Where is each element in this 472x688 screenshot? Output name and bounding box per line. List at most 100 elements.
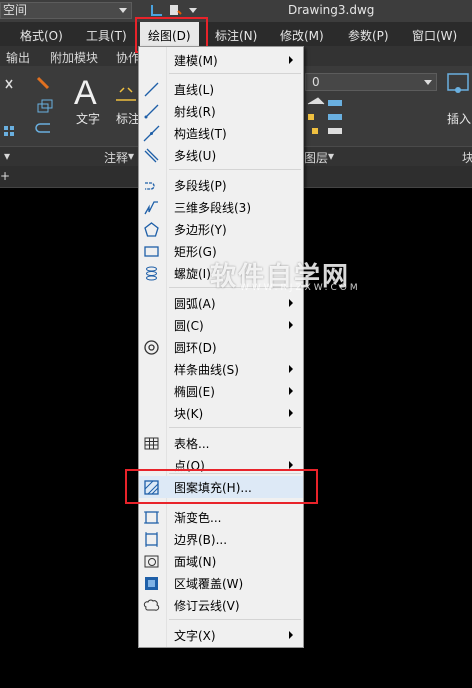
menu-item-polyline[interactable]: 多段线(P) <box>139 174 303 196</box>
redo-icon[interactable] <box>168 3 182 17</box>
menu-item-label: 构造线(T) <box>174 127 227 141</box>
menu-item-circle[interactable]: 圆(C) <box>139 314 303 336</box>
boundary-icon <box>145 532 158 547</box>
new-tab-button[interactable]: + <box>0 169 10 185</box>
menu-item-label: 椭圆(E) <box>174 385 215 399</box>
panel-layers[interactable]: 图层 <box>304 149 328 166</box>
document-title: Drawing3.dwg <box>288 3 375 17</box>
helix-icon <box>146 266 157 281</box>
submenu-arrow-icon <box>289 56 293 64</box>
workspace-label: 空间 <box>3 3 28 17</box>
panel-block[interactable]: 块 <box>462 149 472 166</box>
ray-icon <box>144 104 159 119</box>
menu-modify[interactable]: 修改(M) <box>280 27 324 44</box>
menu-item-arc[interactable]: 圆弧(A) <box>139 292 303 314</box>
layer-tools-icon[interactable] <box>304 96 350 140</box>
layer-value: 0 <box>312 75 320 89</box>
ribbon-text-label[interactable]: 文字 <box>76 110 100 127</box>
menu-item-text[interactable]: 文字(X) <box>139 624 303 646</box>
menu-item-label: 渐变色... <box>174 511 222 525</box>
polygon-icon <box>144 222 159 237</box>
menu-item-label: 射线(R) <box>174 105 216 119</box>
menu-separator <box>169 73 301 74</box>
menu-separator <box>169 619 301 620</box>
menu-item-spline[interactable]: 样条曲线(S) <box>139 358 303 380</box>
dropdown-arrow-icon[interactable] <box>186 3 200 17</box>
insert-block-icon[interactable] <box>446 70 472 96</box>
ribbon-insert-label[interactable]: 插入 <box>447 110 471 127</box>
gradient-icon <box>144 511 159 524</box>
menu-item-label: 面域(N) <box>174 555 217 569</box>
watermark-url: WWW.RJZXW.COM <box>240 283 361 293</box>
undo-icon[interactable] <box>150 3 164 17</box>
title-bar: 空间 Drawing3.dwg <box>0 0 472 22</box>
submenu-arrow-icon <box>289 321 293 329</box>
chevron-down-icon <box>119 8 127 13</box>
revcloud-icon <box>143 599 160 611</box>
menu-item-label: 圆(C) <box>174 319 204 333</box>
menu-item-label: 区域覆盖(W) <box>174 577 244 591</box>
chevron-down-icon[interactable]: ▾ <box>4 149 10 163</box>
menu-item-label: 文字(X) <box>174 629 216 643</box>
annotation-box-hatch <box>125 469 318 504</box>
workspace-select[interactable]: 空间 <box>0 2 132 19</box>
menu-item-revcloud[interactable]: 修订云线(V) <box>139 594 303 616</box>
region-icon <box>144 555 159 568</box>
menu-item-label: 多线(U) <box>174 149 217 163</box>
menu-item-donut[interactable]: 圆环(D) <box>139 336 303 358</box>
menu-item-label: 修订云线(V) <box>174 599 240 613</box>
menu-format[interactable]: 格式(O) <box>20 27 63 44</box>
menu-item-table[interactable]: 表格... <box>139 432 303 454</box>
text-icon[interactable]: A <box>74 74 97 113</box>
chevron-down-icon <box>424 80 432 85</box>
menu-item-line[interactable]: 直线(L) <box>139 78 303 100</box>
menu-item-modeling[interactable]: 建模(M) <box>139 49 303 71</box>
submenu-arrow-icon <box>289 461 293 469</box>
menu-item-block[interactable]: 块(K) <box>139 402 303 424</box>
xline-icon <box>143 125 160 142</box>
menu-item-label: 建模(M) <box>174 54 218 68</box>
menu-item-gradient[interactable]: 渐变色... <box>139 506 303 528</box>
menu-item-region[interactable]: 面域(N) <box>139 550 303 572</box>
dimension-icon[interactable] <box>114 86 138 106</box>
donut-icon <box>144 340 159 355</box>
submenu-arrow-icon <box>289 387 293 395</box>
menu-parametric[interactable]: 参数(P) <box>348 27 389 44</box>
chevron-down-icon[interactable]: ▾ <box>328 149 334 163</box>
menu-item-label: 样条曲线(S) <box>174 363 239 377</box>
menu-item-boundary[interactable]: 边界(B)... <box>139 528 303 550</box>
menu-item-ray[interactable]: 射线(R) <box>139 100 303 122</box>
submenu-arrow-icon <box>289 365 293 373</box>
menu-item-label: 多段线(P) <box>174 179 227 193</box>
menu-tools[interactable]: 工具(T) <box>86 27 127 44</box>
menu-item-wipeout[interactable]: 区域覆盖(W) <box>139 572 303 594</box>
rectangle-icon <box>144 246 159 257</box>
tab-output[interactable]: 输出 <box>6 49 30 66</box>
modify-tools-icon[interactable] <box>2 74 62 140</box>
submenu-arrow-icon <box>289 631 293 639</box>
menu-separator <box>169 169 301 170</box>
menu-item-mline[interactable]: 多线(U) <box>139 144 303 166</box>
menu-item-polygon[interactable]: 多边形(Y) <box>139 218 303 240</box>
layer-select[interactable]: 0 <box>305 73 437 91</box>
mline-icon <box>144 148 159 163</box>
menu-item-label: 圆弧(A) <box>174 297 216 311</box>
tab-addins[interactable]: 附加模块 <box>50 49 98 66</box>
ribbon-dim-label[interactable]: 标注 <box>116 110 140 127</box>
menu-item-3dpolyline[interactable]: 三维多段线(3) <box>139 196 303 218</box>
menu-item-label: 直线(L) <box>174 83 215 97</box>
menu-item-ellipse[interactable]: 椭圆(E) <box>139 380 303 402</box>
menu-separator <box>169 427 301 428</box>
submenu-arrow-icon <box>289 299 293 307</box>
menu-dimension[interactable]: 标注(N) <box>215 27 257 44</box>
wipeout-icon <box>145 577 158 590</box>
menu-window[interactable]: 窗口(W) <box>412 27 457 44</box>
menu-item-xline[interactable]: 构造线(T) <box>139 122 303 144</box>
menu-bar: 格式(O) 工具(T) 绘图(D) 标注(N) 修改(M) 参数(P) 窗口(W… <box>0 22 472 46</box>
menu-item-label: 多边形(Y) <box>174 223 227 237</box>
line-icon <box>144 82 159 97</box>
panel-annotate[interactable]: 注释 <box>104 149 128 166</box>
menu-item-label: 块(K) <box>174 407 204 421</box>
table-icon <box>144 437 159 450</box>
chevron-down-icon[interactable]: ▾ <box>128 149 134 163</box>
